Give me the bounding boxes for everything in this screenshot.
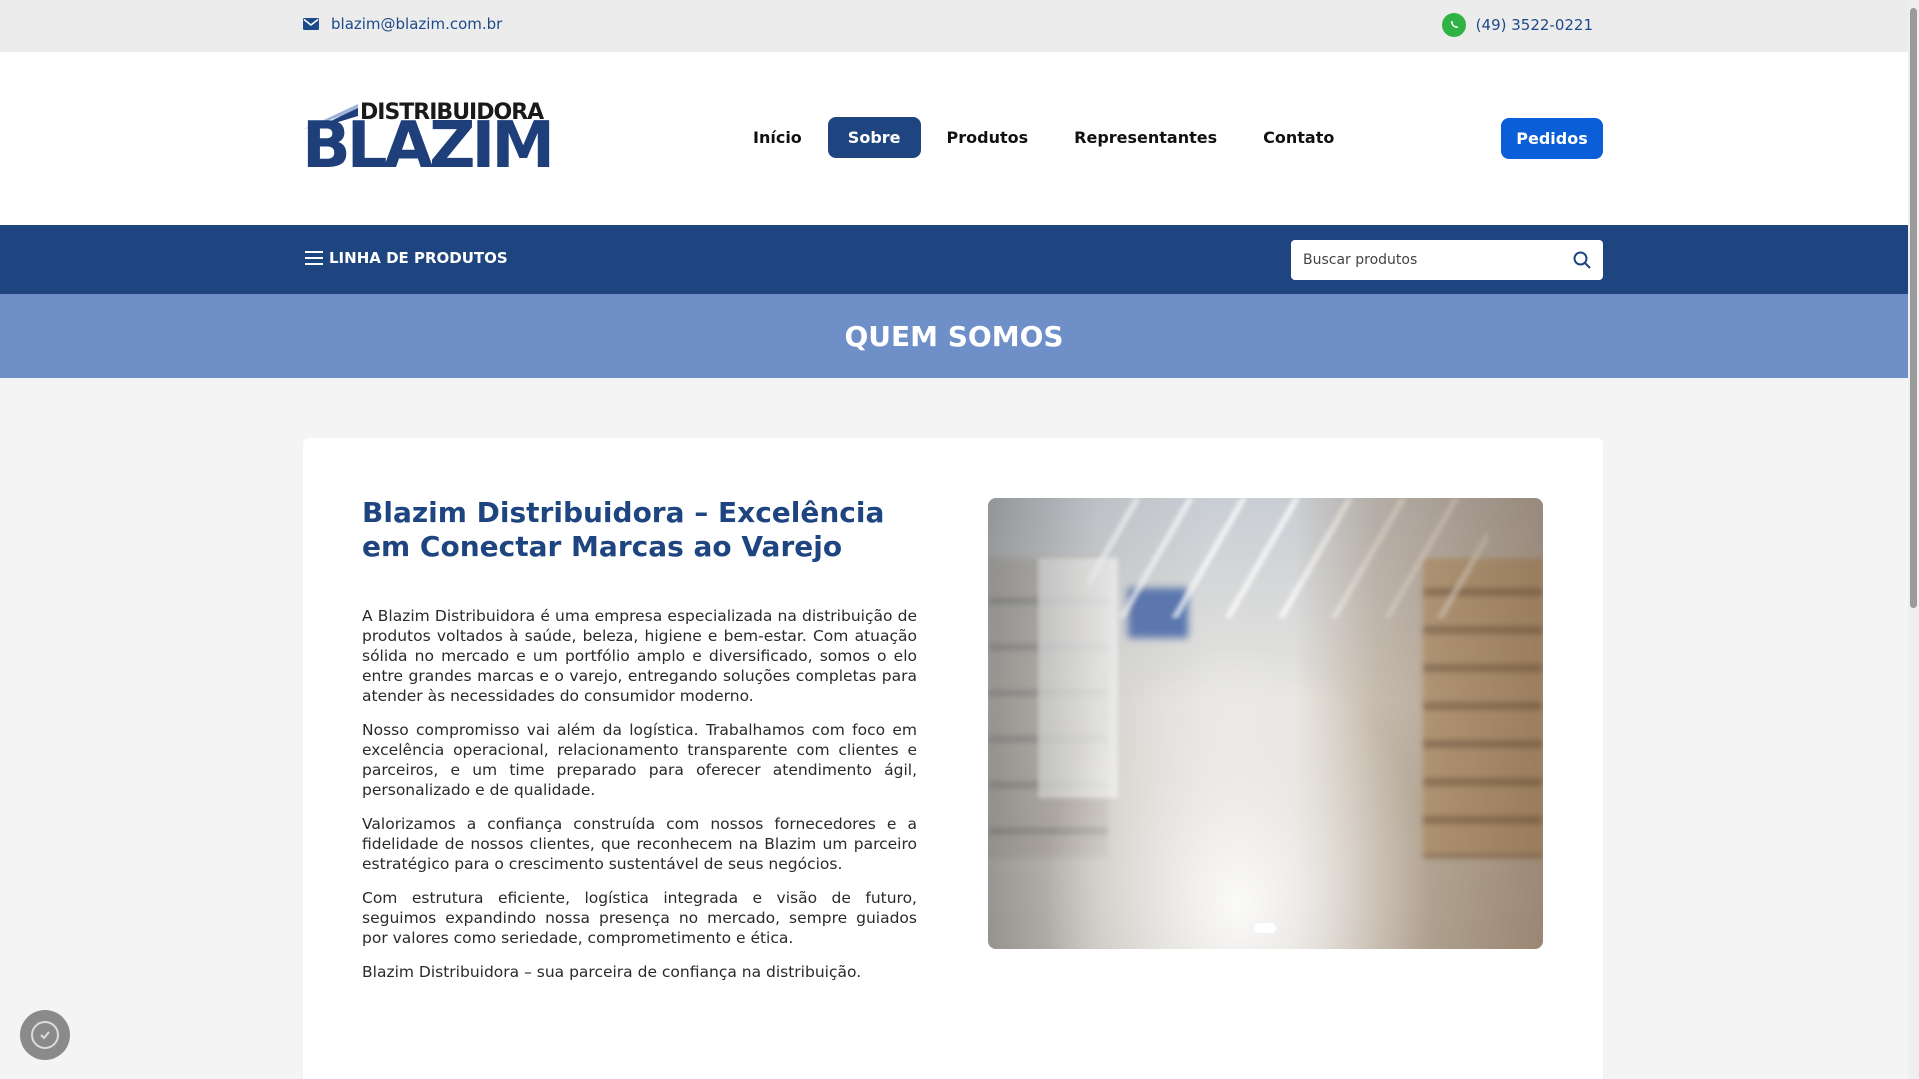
- nav-representantes[interactable]: Representantes: [1054, 117, 1237, 158]
- brand-logo[interactable]: DISTRIBUIDORA BLAZIM: [302, 100, 555, 178]
- about-paragraph: Valorizamos a confiança construída com n…: [362, 815, 917, 873]
- search-input[interactable]: [1303, 252, 1573, 268]
- shield-check-icon: [31, 1021, 59, 1049]
- image-aisle: [988, 498, 1543, 949]
- page-banner: QUEM SOMOS: [0, 294, 1908, 378]
- nav-produtos[interactable]: Produtos: [927, 117, 1049, 158]
- search-icon[interactable]: [1573, 251, 1591, 269]
- about-heading: Blazim Distribuidora – Excelência em Con…: [362, 496, 885, 563]
- carousel-dot[interactable]: [1254, 923, 1276, 933]
- contact-phone[interactable]: (49) 3522-0221: [1441, 13, 1593, 37]
- category-bar: LINHA DE PRODUTOS: [0, 225, 1908, 294]
- top-contact-bar: blazim@blazim.com.br (49) 3522-0221: [0, 0, 1908, 52]
- page-scrollbar[interactable]: [1908, 0, 1919, 1079]
- mail-icon: [303, 18, 319, 30]
- nav-contato[interactable]: Contato: [1243, 117, 1354, 158]
- logo-line2: BLAZIM: [302, 109, 555, 183]
- search-box: [1291, 240, 1603, 280]
- product-line-label: LINHA DE PRODUTOS: [329, 249, 508, 267]
- contact-email[interactable]: blazim@blazim.com.br: [303, 15, 502, 33]
- about-paragraph: Blazim Distribuidora – sua parceira de c…: [362, 963, 862, 981]
- contact-email-text: blazim@blazim.com.br: [331, 15, 503, 33]
- warehouse-image: [988, 498, 1543, 949]
- scrollbar-thumb[interactable]: [1910, 8, 1917, 608]
- consent-button[interactable]: [20, 1010, 70, 1060]
- whatsapp-icon: [1441, 13, 1466, 37]
- pedidos-button[interactable]: Pedidos: [1501, 118, 1603, 159]
- about-paragraph: Nosso compromisso vai além da logística.…: [362, 721, 917, 799]
- about-paragraph: A Blazim Distribuidora é uma empresa esp…: [362, 607, 917, 705]
- about-paragraph: Com estrutura eficiente, logística integ…: [362, 889, 917, 947]
- main-nav: Início Sobre Produtos Representantes Con…: [733, 117, 1354, 158]
- product-line-menu[interactable]: LINHA DE PRODUTOS: [305, 249, 508, 267]
- about-text: A Blazim Distribuidora é uma empresa esp…: [362, 606, 917, 996]
- hamburger-icon: [305, 251, 323, 265]
- contact-phone-text: (49) 3522-0221: [1475, 16, 1593, 34]
- about-card: Blazim Distribuidora – Excelência em Con…: [303, 438, 1603, 1079]
- nav-inicio[interactable]: Início: [733, 117, 822, 158]
- site-header: DISTRIBUIDORA BLAZIM Início Sobre Produt…: [0, 52, 1908, 225]
- nav-sobre[interactable]: Sobre: [827, 117, 921, 158]
- page-title: QUEM SOMOS: [844, 319, 1064, 353]
